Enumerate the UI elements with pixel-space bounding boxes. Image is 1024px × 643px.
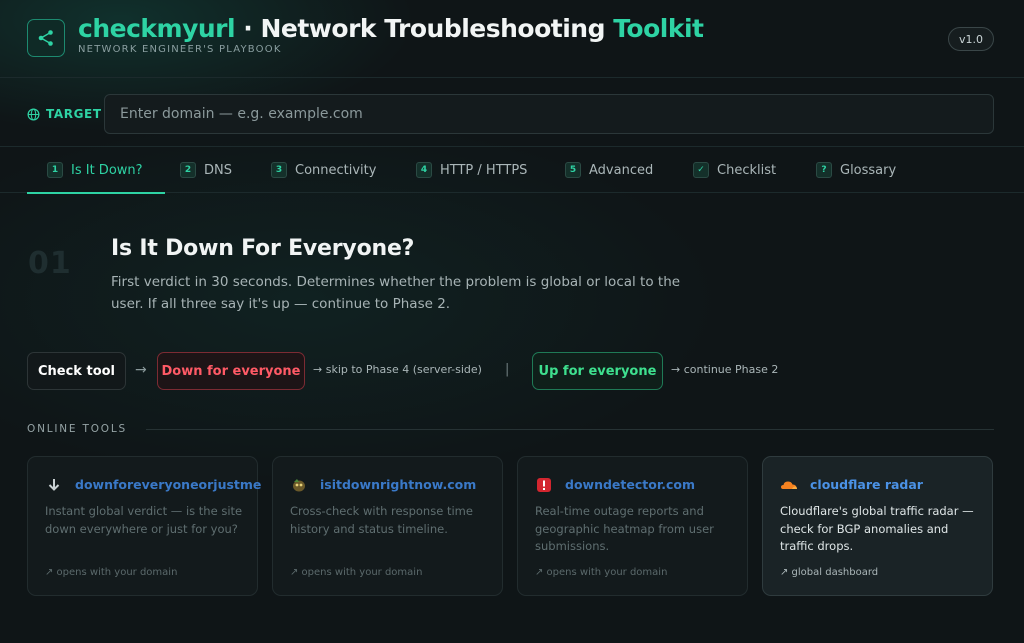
tool-card-footer: ↗ opens with your domain [535, 567, 668, 578]
down-arrow-icon [45, 476, 63, 494]
app-title-brand: checkmyurl [78, 14, 236, 43]
tab-glossary[interactable]: ? Glossary [816, 147, 896, 193]
app-title: checkmyurl · Network Troubleshooting Too… [78, 14, 704, 43]
tab-number: 4 [416, 162, 432, 178]
online-tools-heading: ONLINE TOOLS [27, 423, 127, 435]
tool-card-downforeveryoneorjustme[interactable]: downforeveryoneorjustme Instant global v… [27, 456, 262, 596]
app-title-accent: Toolkit [613, 14, 704, 43]
tool-card-footer: ↗ opens with your domain [290, 567, 423, 578]
tab-label: Is It Down? [71, 162, 143, 178]
tab-dns[interactable]: 2 DNS [180, 147, 232, 193]
cloud-icon [780, 476, 798, 494]
arrow-right-icon: → [135, 362, 147, 378]
tool-card-description: Instant global verdict — is the site dow… [45, 504, 243, 536]
app-header: checkmyurl · Network Troubleshooting Too… [0, 0, 1024, 78]
tab-number: 5 [565, 162, 581, 178]
check-tool-step: Check tool [27, 352, 126, 390]
tool-card-cloudflare-radar[interactable]: cloudflare radar Cloudflare's global tra… [762, 456, 993, 596]
tool-card-description: Real-time outage reports and geographic … [535, 504, 714, 553]
tool-card-title: isitdownrightnow.com [320, 477, 477, 492]
flow-separator: | [505, 362, 510, 377]
tab-checklist[interactable]: ✓ Checklist [693, 147, 776, 193]
tool-card-isitdownrightnow[interactable]: isitdownrightnow.com Cross-check with re… [272, 456, 503, 596]
tab-label: DNS [204, 162, 232, 178]
app-subtitle: NETWORK ENGINEER'S PLAYBOOK [78, 44, 282, 55]
phase-tabs: 1 Is It Down? 2 DNS 3 Connectivity 4 HTT… [0, 146, 1024, 194]
up-for-everyone-badge: Up for everyone [532, 352, 663, 390]
tab-label: Advanced [589, 162, 654, 178]
tool-card-footer: ↗ global dashboard [780, 567, 879, 578]
up-next-step-note: → continue Phase 2 [671, 363, 779, 376]
tab-number: 3 [271, 162, 287, 178]
divider [146, 429, 994, 430]
section-number: 01 [28, 246, 72, 281]
tab-label: Glossary [840, 162, 897, 178]
share-icon [27, 19, 65, 57]
down-for-everyone-badge: Down for everyone [157, 352, 305, 390]
tab-number: 1 [47, 162, 63, 178]
alert-icon [535, 476, 553, 494]
tool-card-title: cloudflare radar [810, 477, 923, 492]
tool-card-title: downdetector.com [565, 477, 695, 492]
tool-card-footer: ↗ opens with your domain [45, 567, 178, 578]
tab-connectivity[interactable]: 3 Connectivity [271, 147, 376, 193]
section-description: First verdict in 30 seconds. Determines … [111, 274, 681, 312]
tool-card-description: Cross-check with response time history a… [290, 504, 473, 536]
tab-label: Checklist [717, 162, 777, 178]
version-badge: v1.0 [947, 27, 994, 51]
tab-number: 2 [180, 162, 196, 178]
app-title-text: Network Troubleshooting [260, 14, 614, 43]
tab-label: Connectivity [295, 162, 377, 178]
down-next-step-note: → skip to Phase 4 (server-side) [313, 363, 482, 376]
domain-input[interactable] [104, 94, 994, 134]
target-label: TARGET [27, 107, 102, 121]
tool-card-title: downforeveryoneorjustme [75, 477, 262, 492]
section-title: Is It Down For Everyone? [111, 236, 415, 261]
tool-card-description: Cloudflare's global traffic radar — chec… [780, 504, 974, 553]
tab-http-https[interactable]: 4 HTTP / HTTPS [416, 147, 527, 193]
tab-label: HTTP / HTTPS [440, 162, 528, 178]
tab-number: ✓ [693, 162, 709, 178]
sloth-icon [290, 476, 308, 494]
app-title-separator: · [235, 14, 261, 43]
tab-is-it-down[interactable]: 1 Is It Down? [27, 147, 164, 194]
globe-icon [27, 108, 40, 120]
tab-number: ? [816, 162, 832, 178]
tool-card-downdetector[interactable]: downdetector.com Real-time outage report… [517, 456, 748, 596]
target-label-text: TARGET [46, 107, 102, 121]
tab-advanced[interactable]: 5 Advanced [565, 147, 653, 193]
